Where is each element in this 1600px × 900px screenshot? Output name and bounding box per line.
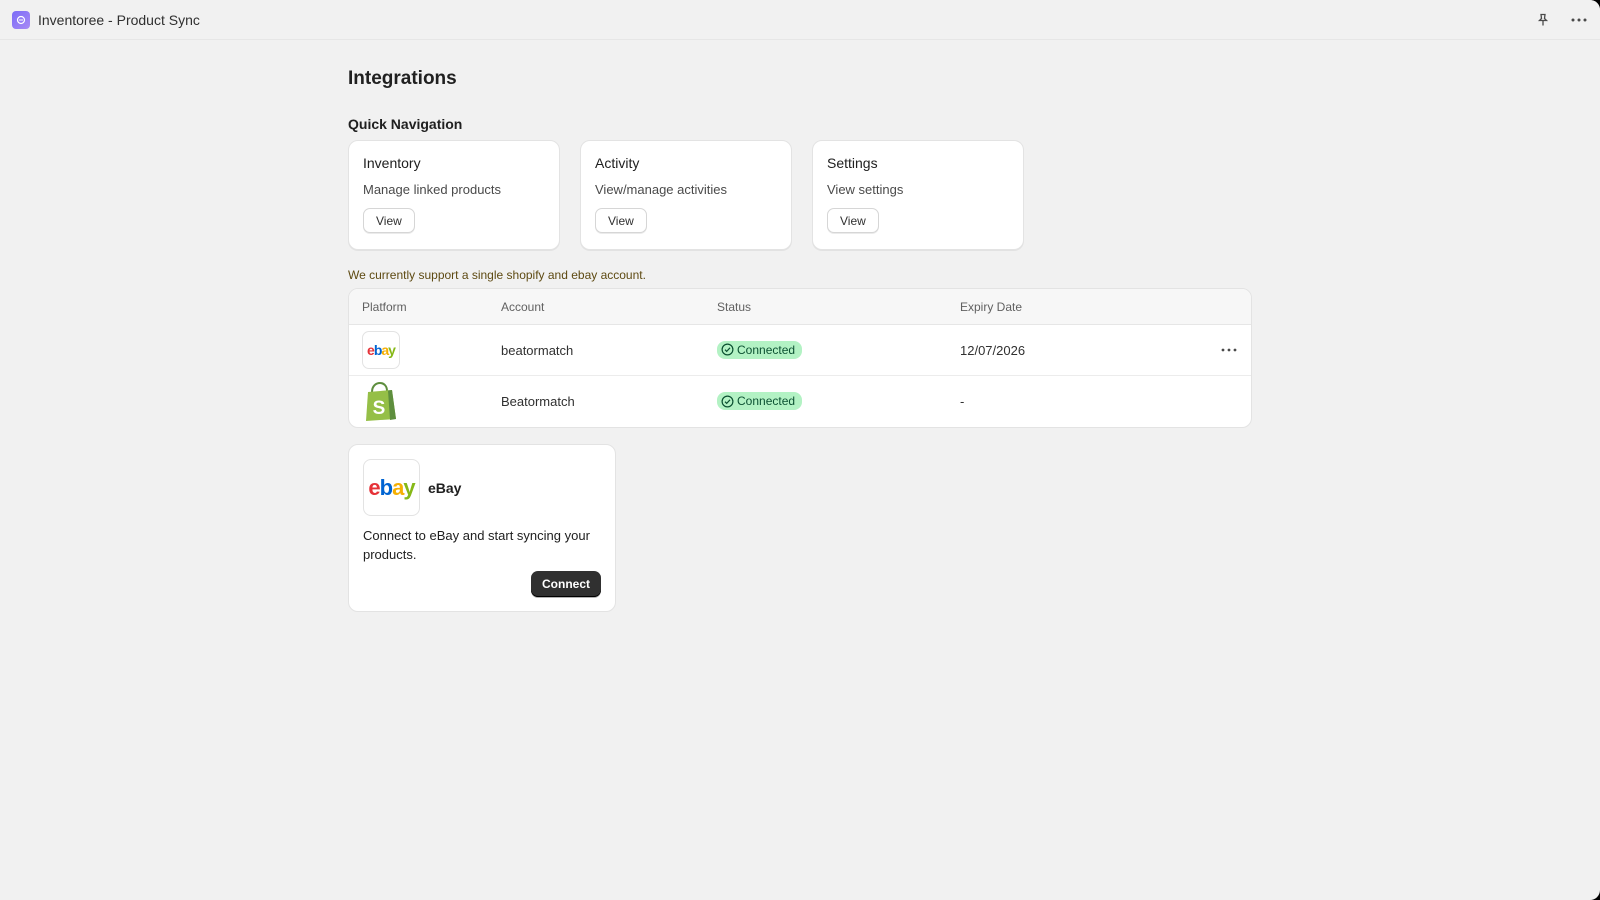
ebay-logo-icon: ebay [362,331,400,369]
nav-card-title: Inventory [363,155,421,171]
nav-card-title: Settings [827,155,878,171]
nav-card-description: View/manage activities [595,182,727,197]
table-row: S Beatormatch Connected - [349,376,1251,427]
check-circle-icon [721,395,734,408]
app-window: Inventoree - Product Sync Integrations Q… [0,0,1600,900]
pin-icon[interactable] [1534,11,1552,29]
connect-card-title: eBay [428,479,462,496]
app-title: Inventoree - Product Sync [38,11,200,28]
integrations-table: Platform Account Status Expiry Date ebay… [348,288,1252,428]
title-bar: Inventoree - Product Sync [0,0,1600,40]
nav-card-description: View settings [827,182,904,197]
quick-nav-cards: Inventory Manage linked products View Ac… [348,140,1252,250]
view-settings-button[interactable]: View [827,208,879,233]
shopify-logo-icon: S [362,381,400,421]
view-activity-button[interactable]: View [595,208,647,233]
nav-card-activity: Activity View/manage activities View [580,140,792,250]
connect-button[interactable]: Connect [531,571,601,597]
app-logo-icon [12,10,30,29]
quick-navigation-title: Quick Navigation [348,116,463,132]
connect-card-description: Connect to eBay and start syncing your p… [363,528,590,562]
account-name: beatormatch [501,342,574,358]
status-label: Connected [737,394,796,409]
nav-card-description: Manage linked products [363,182,502,197]
svg-text:S: S [373,398,386,419]
column-header-platform: Platform [362,299,407,314]
column-header-expiry: Expiry Date [960,299,1023,314]
support-note: We currently support a single shopify an… [348,268,646,282]
nav-card-title: Activity [595,155,640,171]
column-header-status: Status [717,299,752,314]
expiry-date: 12/07/2026 [960,342,1026,358]
page-title: Integrations [348,68,457,89]
connect-ebay-card: ebay eBay Connect to eBay and start sync… [348,444,616,612]
status-badge: Connected [717,392,803,411]
expiry-date: - [960,394,965,409]
more-options-icon[interactable] [1570,11,1588,29]
nav-card-settings: Settings View settings View [812,140,1024,250]
row-actions-icon[interactable] [1221,348,1237,352]
status-label: Connected [737,342,796,357]
main-content: Integrations Quick Navigation Inventory … [348,40,1252,612]
check-circle-icon [721,343,734,356]
nav-card-inventory: Inventory Manage linked products View [348,140,560,250]
table-header: Platform Account Status Expiry Date [349,289,1251,325]
view-inventory-button[interactable]: View [363,208,415,233]
table-row: ebay beatormatch Connected 12/07/2026 [349,325,1251,376]
account-name: Beatormatch [501,394,575,409]
column-header-account: Account [501,299,545,314]
ebay-logo-icon: ebay [363,459,420,516]
status-badge: Connected [717,340,803,359]
